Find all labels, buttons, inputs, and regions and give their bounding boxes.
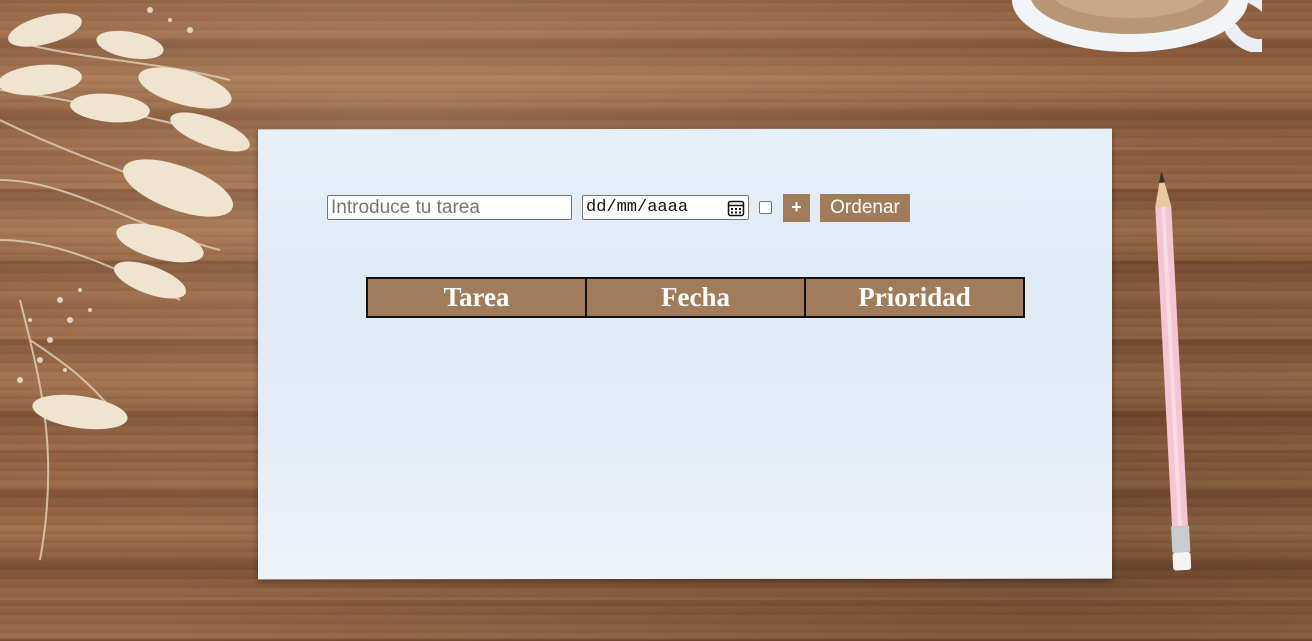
sort-button[interactable]: Ordenar: [820, 193, 910, 222]
priority-checkbox[interactable]: [759, 201, 772, 214]
calendar-icon[interactable]: [727, 199, 745, 217]
column-header-fecha[interactable]: Fecha: [585, 277, 806, 318]
coffee-cup-decoration: [1012, 0, 1262, 52]
date-input[interactable]: dd/mm/aaaa: [582, 195, 749, 220]
table-header-row: Tarea Fecha Prioridad: [366, 277, 1025, 318]
column-header-tarea[interactable]: Tarea: [366, 277, 587, 318]
dried-flowers-decoration: [0, 7, 250, 561]
column-header-prioridad[interactable]: Prioridad: [804, 277, 1025, 318]
task-input[interactable]: [327, 195, 572, 220]
task-form: dd/mm/aaaa + Ordenar: [327, 193, 910, 222]
date-input-value: dd/mm/aaaa: [586, 198, 689, 217]
add-task-button[interactable]: +: [783, 193, 810, 222]
task-table: Tarea Fecha Prioridad: [366, 277, 1025, 318]
pencil-decoration: [1155, 170, 1192, 571]
